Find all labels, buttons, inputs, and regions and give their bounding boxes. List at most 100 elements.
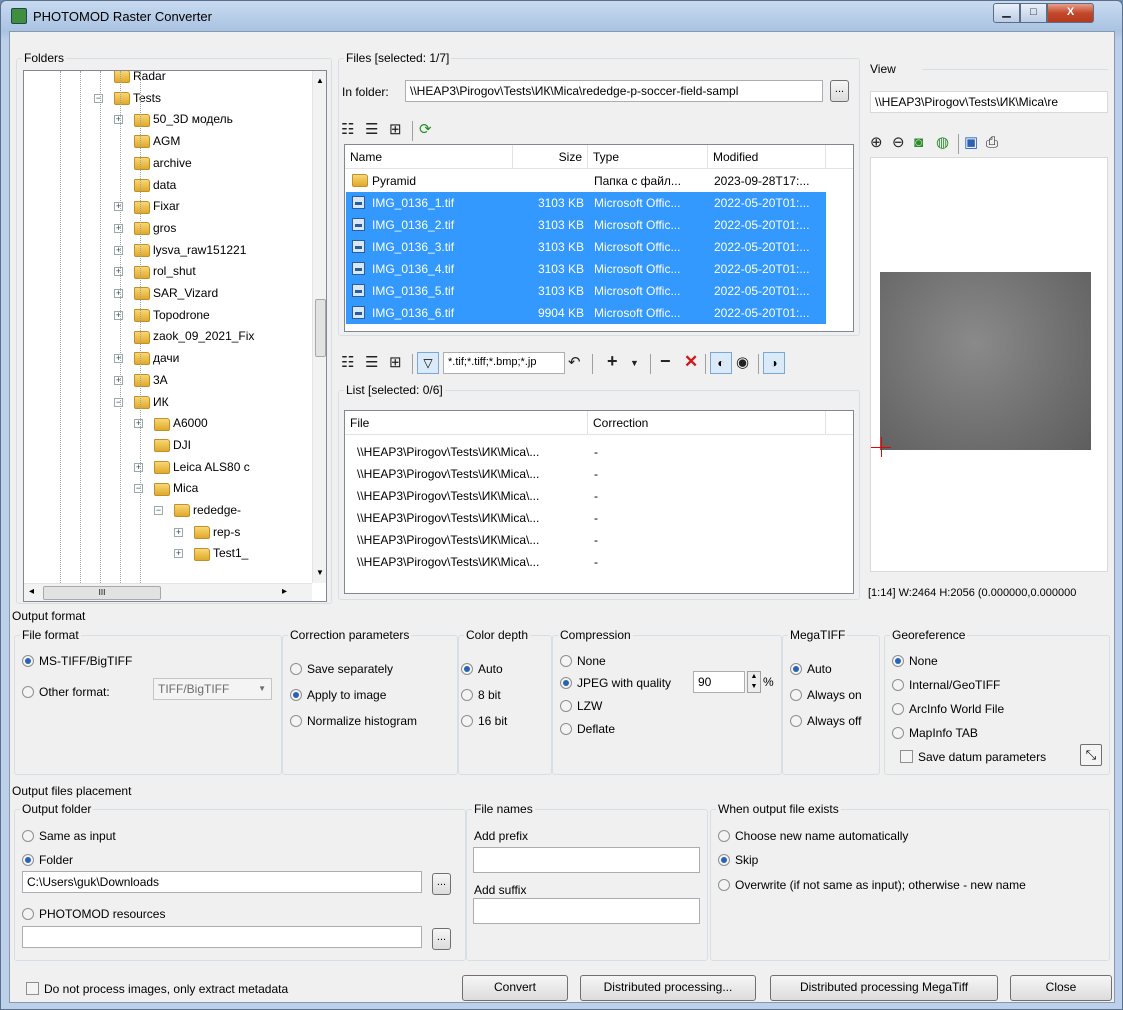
tree-folder-item[interactable]: rededge-: [174, 499, 241, 521]
list-large-icons-icon[interactable]: ☷: [341, 354, 354, 372]
distributed-megatiff-button[interactable]: Distributed processing MegaTiff: [770, 975, 998, 1001]
other-format-select[interactable]: TIFF/BigTIFF ▼: [153, 678, 272, 700]
radio-compress-lzw[interactable]: LZW: [560, 699, 602, 713]
minimize-button[interactable]: ▁: [993, 3, 1020, 23]
spin-down-icon[interactable]: ▼: [748, 682, 760, 692]
tree-expander-icon[interactable]: +: [114, 115, 123, 125]
tree-folder-item[interactable]: rol_shut: [134, 260, 196, 282]
resources-field[interactable]: [22, 926, 422, 948]
radio-compress-deflate[interactable]: Deflate: [560, 722, 615, 736]
convert-button[interactable]: Convert: [462, 975, 568, 1001]
radio-choose-new-name[interactable]: Choose new name automatically: [718, 829, 908, 843]
remove-icon[interactable]: −: [660, 352, 671, 370]
datum-settings-button[interactable]: ⤡: [1080, 744, 1102, 766]
file-row[interactable]: IMG_0136_6.tif 9904 KB Microsoft Offic... 2…: [346, 302, 826, 324]
tree-folder-item[interactable]: rep-s: [194, 521, 240, 543]
file-row[interactable]: IMG_0136_5.tif 3103 KB Microsoft Offic... 2…: [346, 280, 826, 302]
list-list-view-icon[interactable]: ☰: [365, 354, 378, 372]
reset-correction-button[interactable]: ◑: [763, 352, 785, 374]
file-row[interactable]: Pyramid Папка с файл... 2023-09-28T17:...: [346, 170, 826, 192]
zoom-fit-icon[interactable]: ◙: [914, 134, 923, 152]
files-table[interactable]: Name Size Type Modified Pyramid Папка с ф…: [344, 144, 854, 332]
tree-expander-icon[interactable]: +: [134, 462, 143, 472]
tree-expander-icon[interactable]: +: [134, 419, 143, 429]
output-folder-field[interactable]: C:\Users\guk\Downloads: [22, 871, 422, 893]
delete-all-icon[interactable]: ✕: [684, 353, 698, 371]
tree-expander-icon[interactable]: +: [114, 375, 123, 385]
radio-compress-none[interactable]: None: [560, 654, 606, 668]
tree-vscroll-thumb[interactable]: [315, 299, 326, 357]
maximize-button[interactable]: □: [1020, 3, 1047, 23]
col-file[interactable]: File: [345, 411, 588, 435]
radio-save-separately[interactable]: Save separately: [290, 662, 393, 676]
radio-megatiff-off[interactable]: Always off: [790, 714, 861, 728]
filter-field[interactable]: *.tif;*.tiff;*.bmp;*.jp: [443, 352, 565, 374]
preview-eye-icon[interactable]: ◉: [736, 354, 749, 372]
add-icon[interactable]: +: [607, 352, 618, 370]
close-button[interactable]: Close: [1010, 975, 1112, 1001]
radio-georef-none[interactable]: None: [892, 654, 938, 668]
radio-skip[interactable]: Skip: [718, 853, 758, 867]
tree-expander-icon[interactable]: +: [114, 202, 123, 212]
tree-expander-icon[interactable]: +: [114, 267, 123, 277]
tree-expander-icon[interactable]: −: [154, 506, 163, 515]
tree-folder-item[interactable]: zaok_09_2021_Fix: [134, 325, 254, 347]
radio-photomod-resources[interactable]: PHOTOMOD resources: [22, 907, 165, 921]
scroll-right-icon[interactable]: ▸: [282, 586, 287, 597]
image-preview-area[interactable]: [870, 157, 1108, 572]
col-correction[interactable]: Correction: [588, 411, 826, 435]
tree-expander-icon[interactable]: +: [174, 527, 183, 537]
list-row[interactable]: \\HEAP3\Pirogov\Tests\ИК\Mica\... -: [346, 529, 826, 551]
radio-other-format[interactable]: Other format:: [22, 685, 110, 699]
tree-expander-icon[interactable]: −: [134, 484, 143, 494]
tree-folder-item[interactable]: SAR_Vizard: [134, 282, 218, 304]
list-row[interactable]: \\HEAP3\Pirogov\Tests\ИК\Mica\... -: [346, 551, 826, 573]
radio-compress-jpeg[interactable]: JPEG with quality: [560, 676, 671, 690]
radio-depth-16bit[interactable]: 16 bit: [461, 714, 507, 728]
distributed-processing-button[interactable]: Distributed processing...: [580, 975, 756, 1001]
title-bar[interactable]: PHOTOMOD Raster Converter ▁ □ X: [1, 1, 1122, 31]
scroll-down-icon[interactable]: ▼: [316, 568, 324, 577]
file-row[interactable]: IMG_0136_1.tif 3103 KB Microsoft Offic... 2…: [346, 192, 826, 214]
tree-folder-item[interactable]: A6000: [154, 412, 208, 434]
properties-icon[interactable]: ▣: [964, 134, 978, 152]
radio-normalize-histogram[interactable]: Normalize histogram: [290, 714, 417, 728]
tree-expander-icon[interactable]: −: [114, 397, 123, 407]
tree-expander-icon[interactable]: −: [94, 93, 103, 103]
correction-toggle-button[interactable]: ◐: [710, 352, 732, 374]
zoom-out-icon[interactable]: ⊖: [892, 134, 905, 152]
prefix-field[interactable]: [473, 847, 700, 873]
spin-up-icon[interactable]: ▲: [748, 672, 760, 682]
tree-vscrollbar[interactable]: ▲ ▼: [312, 71, 326, 583]
scroll-left-icon[interactable]: ◂: [29, 586, 34, 597]
suffix-field[interactable]: [473, 898, 700, 924]
save-datum-checkbox[interactable]: Save datum parameters: [900, 750, 1046, 764]
output-folder-browse-button[interactable]: ...: [432, 873, 451, 895]
tree-folder-item[interactable]: lysva_raw151221: [134, 239, 246, 261]
tree-folder-item[interactable]: DJI: [154, 434, 191, 456]
tree-expander-icon[interactable]: +: [114, 354, 123, 364]
in-folder-field[interactable]: \\HEAP3\Pirogov\Tests\ИК\Mica\rededge-p-…: [405, 80, 823, 102]
radio-megatiff-on[interactable]: Always on: [790, 688, 862, 702]
radio-georef-geotiff[interactable]: Internal/GeoTIFF: [892, 678, 1000, 692]
tree-folder-item[interactable]: Topodrone: [134, 304, 210, 326]
tree-folder-item[interactable]: archive: [134, 152, 192, 174]
list-row[interactable]: \\HEAP3\Pirogov\Tests\ИК\Mica\... -: [346, 507, 826, 529]
list-details-icon[interactable]: ⊞: [389, 354, 402, 372]
tree-folder-item[interactable]: Leica ALS80 с: [154, 456, 250, 478]
large-icons-view-icon[interactable]: ☷: [341, 121, 354, 139]
refresh-icon[interactable]: ⟳: [419, 121, 432, 139]
tree-folder-item[interactable]: Tests: [114, 87, 161, 109]
col-size[interactable]: Size: [513, 145, 588, 169]
radio-apply-to-image[interactable]: Apply to image: [290, 688, 386, 702]
tree-hscroll-thumb[interactable]: III: [43, 586, 161, 600]
radio-folder[interactable]: Folder: [22, 853, 73, 867]
list-table[interactable]: File Correction \\HEAP3\Pirogov\Tests\ИК…: [344, 410, 854, 594]
details-view-icon[interactable]: ⊞: [389, 121, 402, 139]
in-folder-browse-button[interactable]: ...: [830, 80, 849, 102]
tree-folder-item[interactable]: Mica: [154, 477, 198, 499]
quality-spinner[interactable]: ▲ ▼: [747, 671, 761, 693]
list-row[interactable]: \\HEAP3\Pirogov\Tests\ИК\Mica\... -: [346, 485, 826, 507]
jpeg-quality-field[interactable]: 90: [693, 671, 745, 693]
undo-filter-icon[interactable]: ↶: [568, 354, 581, 372]
